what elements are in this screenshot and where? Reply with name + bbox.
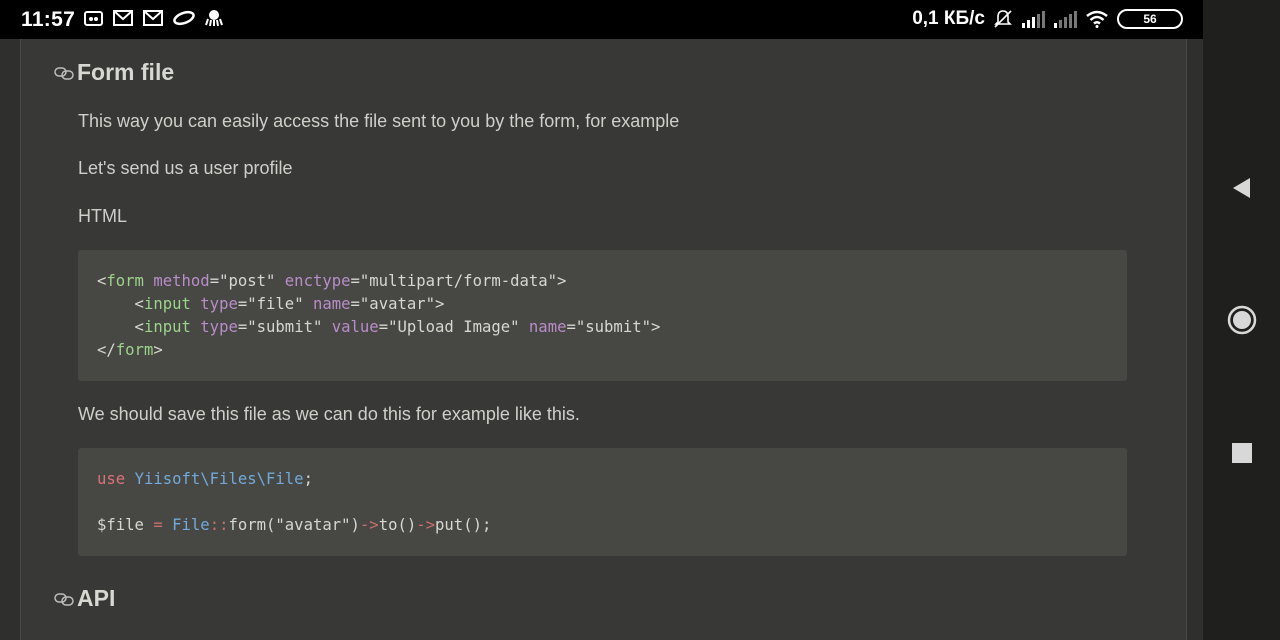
paragraph: This way you can easily access the file … xyxy=(78,111,680,131)
link-icon[interactable] xyxy=(54,592,74,606)
status-right: 0,1 КБ/с 56 xyxy=(912,8,1183,30)
code-line: $file = File::form("avatar")->to()->put(… xyxy=(97,516,492,534)
app-icon xyxy=(173,10,195,26)
paragraph: We should save this file as we can do th… xyxy=(78,404,580,424)
wifi-icon xyxy=(1086,10,1108,28)
code-block-html: <form method="post" enctype="multipart/f… xyxy=(78,250,1127,381)
back-triangle-icon xyxy=(1232,178,1250,198)
code-line: use Yiisoft\Files\File; xyxy=(97,470,313,488)
notification-icons xyxy=(84,9,223,27)
signal-icon xyxy=(1022,11,1045,28)
link-icon[interactable] xyxy=(54,66,74,80)
recents-square-icon xyxy=(1231,443,1252,463)
home-circle-icon xyxy=(1227,305,1256,335)
mail-icon xyxy=(113,10,133,26)
network-speed: 0,1 КБ/с xyxy=(912,8,985,29)
status-time: 11:57 xyxy=(21,8,76,31)
mute-bell-icon xyxy=(994,10,1012,28)
recents-button[interactable] xyxy=(1203,442,1280,464)
signal-icon xyxy=(1054,11,1077,28)
code-line: </form> xyxy=(97,341,163,359)
section-heading-api: API xyxy=(54,585,115,612)
octopus-icon xyxy=(205,10,223,27)
screen-record-icon xyxy=(84,10,103,26)
home-button[interactable] xyxy=(1203,305,1280,335)
section-title: Form file xyxy=(77,59,175,85)
paragraph: Let's send us a user profile xyxy=(78,158,293,178)
back-button[interactable] xyxy=(1203,176,1280,200)
documentation-page: Form file This way you can easily access… xyxy=(20,39,1187,640)
code-block-php: use Yiisoft\Files\File; $file = File::fo… xyxy=(78,448,1127,556)
navigation-bar xyxy=(1203,0,1280,640)
code-line: <form method="post" enctype="multipart/f… xyxy=(97,272,567,290)
code-line: <input type="file" name="avatar"> xyxy=(97,295,445,313)
section-title: API xyxy=(77,585,116,611)
status-bar: 11:57 0,1 КБ/с 56 xyxy=(0,0,1203,39)
section-heading-form-file: Form file xyxy=(54,59,174,86)
mail-icon xyxy=(143,10,163,26)
code-line: <input type="submit" value="Upload Image… xyxy=(97,318,661,336)
paragraph: HTML xyxy=(78,206,127,226)
battery-indicator: 56 xyxy=(1117,9,1183,29)
